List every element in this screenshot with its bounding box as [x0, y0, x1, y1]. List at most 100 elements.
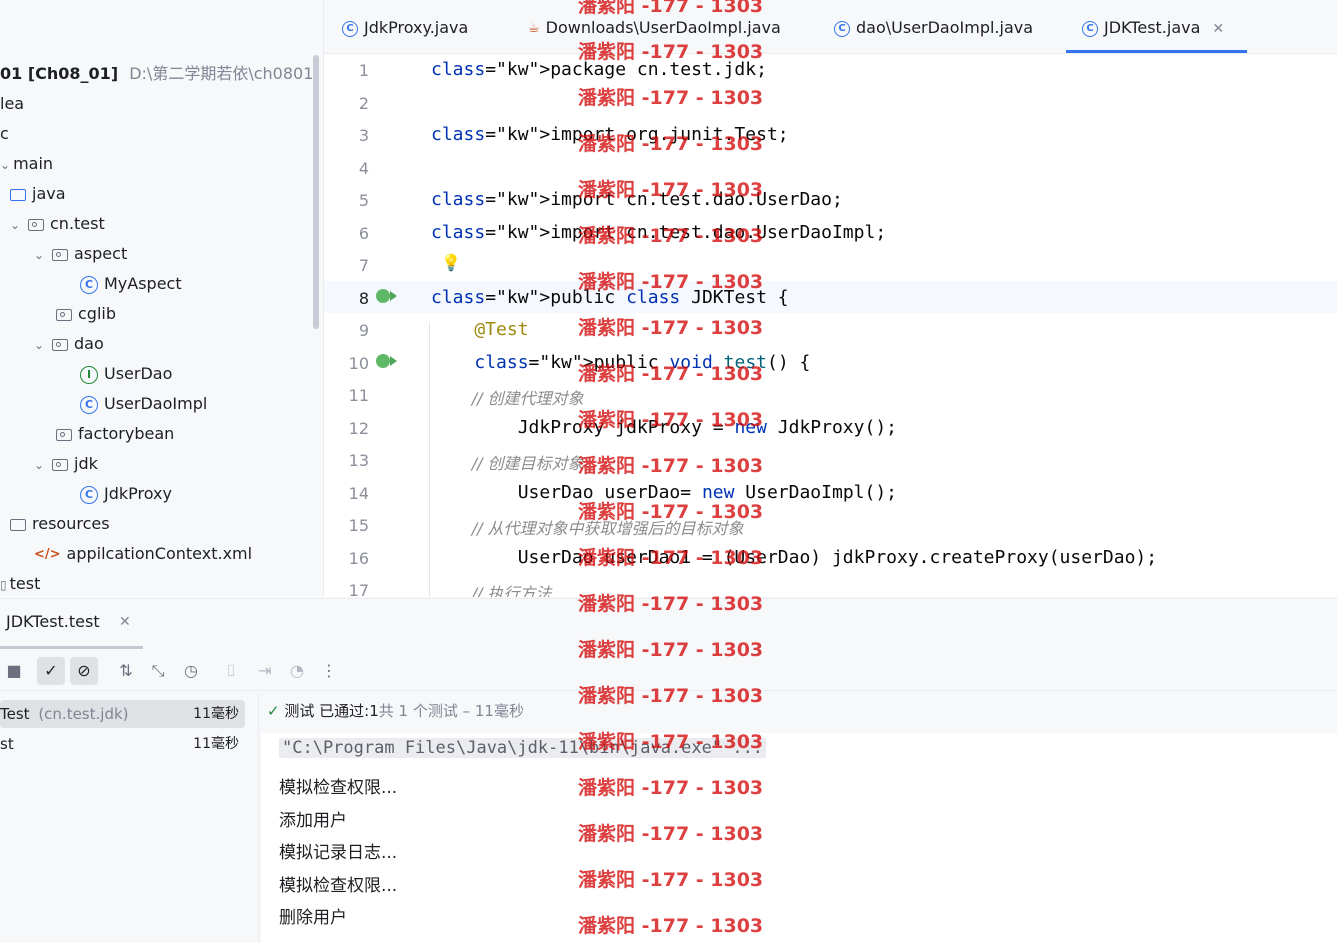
code-comment: // 创建目标对象	[431, 454, 584, 473]
test-row-class[interactable]: Test (cn.test.jdk) 11毫秒	[0, 700, 245, 728]
history-icon[interactable]: ◷	[177, 657, 205, 685]
chevron-down-icon[interactable]: ⌄	[34, 330, 52, 360]
project-root-name: 01 [Ch08_01]	[0, 64, 119, 83]
line-number: 15	[348, 516, 369, 535]
line-number: 9	[358, 321, 369, 340]
code-comment: // 创建代理对象	[431, 389, 584, 408]
line-number: 14	[348, 484, 369, 503]
tree-item-label: UserDao	[104, 364, 173, 383]
tree-item-label: cn.test	[50, 214, 105, 233]
test-name: st	[0, 735, 14, 753]
console-line: 模拟检查权限...	[279, 876, 398, 896]
tree-item-src[interactable]: c	[0, 119, 9, 149]
tab-label: JDKTest.java	[1104, 18, 1201, 37]
class-icon: C	[834, 20, 850, 37]
tree-item-resources[interactable]: resources	[10, 509, 110, 539]
run-toolbar: ■ ✓ ⊘ ⇅ ⤡ ◷ ⌷ ⇥ ◔ ⋮	[0, 654, 1337, 691]
tree-item-userdao[interactable]: I UserDao	[80, 359, 172, 389]
tree-item-label: dao	[74, 334, 104, 353]
editor-tab-bar: C JdkProxy.java ☕ Downloads\UserDaoImpl.ja…	[324, 0, 1337, 54]
tree-item-myaspect[interactable]: C MyAspect	[80, 269, 182, 299]
line-number: 10	[348, 354, 369, 373]
code-line: @Test	[431, 319, 529, 340]
interface-icon: I	[80, 365, 98, 384]
tree-item-factorybean[interactable]: factorybean	[56, 419, 174, 449]
code-line: JdkProxy jdkProxy = new JdkProxy();	[431, 417, 897, 438]
chevron-down-icon[interactable]: ⌄	[34, 450, 52, 480]
tree-item-label: UserDaoImpl	[104, 394, 208, 413]
close-icon[interactable]: ✕	[1212, 21, 1224, 37]
coverage-icon[interactable]: ◔	[283, 657, 311, 685]
line-number: 6	[358, 224, 369, 243]
run-panel: JDKTest.test ✕ ■ ✓ ⊘ ⇅ ⤡ ◷ ⌷ ⇥ ◔ ⋮ Test …	[0, 598, 1337, 943]
code-editor[interactable]: 1 2 3 4 5 6 7 8 9 10 11 12 13 14 15 16 1…	[324, 54, 1337, 597]
tree-item-test[interactable]: ▯ test	[0, 569, 40, 597]
show-passed-icon[interactable]: ✓	[37, 657, 65, 685]
tab-run-jdktest[interactable]: JDKTest.test ✕	[0, 599, 143, 649]
tree-item-aspect[interactable]: ⌄ aspect	[34, 239, 127, 269]
code-line: class="kw">import cn.test.dao.UserDao;	[431, 189, 843, 210]
tree-item-jdkproxy[interactable]: C JdkProxy	[80, 479, 172, 509]
line-number: 2	[358, 94, 369, 113]
console-line: 删除用户	[279, 908, 347, 928]
chevron-down-icon[interactable]: ⌄	[10, 210, 28, 240]
run-test-method-icon[interactable]	[376, 354, 397, 368]
code-comment: // 执行方法	[431, 584, 552, 597]
more-icon[interactable]: ⋮	[315, 657, 343, 685]
class-icon: C	[80, 395, 98, 414]
package-icon	[52, 338, 68, 351]
tab-dao-userdaoimpl[interactable]: Cdao\UserDaoImpl.java	[834, 0, 1033, 53]
lightbulb-icon[interactable]: 💡	[441, 253, 461, 272]
run-test-class-icon[interactable]	[376, 289, 397, 303]
tree-item-cn-test[interactable]: ⌄ cn.test	[10, 209, 105, 239]
line-number: 11	[348, 386, 369, 405]
chevron-down-icon[interactable]: ⌄	[34, 240, 52, 270]
code-comment: // 从代理对象中获取增强后的目标对象	[431, 519, 744, 538]
test-row-method[interactable]: st 11毫秒	[0, 730, 245, 758]
tree-item-main[interactable]: ⌄ main	[0, 149, 53, 179]
tab-jdkproxy[interactable]: C JdkProxy.java	[342, 0, 468, 53]
tree-item-cglib[interactable]: cglib	[56, 299, 116, 329]
tree-item-xml[interactable]: </> appilcationContext.xml	[34, 539, 252, 569]
stop-icon[interactable]: ■	[0, 657, 28, 685]
tree-item-jdk[interactable]: ⌄ jdk	[34, 449, 98, 479]
show-ignored-icon[interactable]: ⊘	[70, 657, 98, 685]
project-root[interactable]: 01 [Ch08_01] D:\第二学期若依\ch0801	[0, 59, 313, 89]
tree-item-idea[interactable]: lea	[0, 89, 24, 119]
tree-item-label: jdk	[74, 454, 98, 473]
tab-jdktest[interactable]: C JDKTest.java ✕	[1066, 0, 1247, 53]
export-icon[interactable]: ⇥	[251, 657, 279, 685]
package-icon	[52, 458, 68, 471]
camera-icon[interactable]: ⌷	[217, 657, 245, 685]
tree-item-label: test	[9, 574, 41, 593]
code-line: class="kw">public void test() {	[474, 352, 811, 373]
tree-item-dao[interactable]: ⌄ dao	[34, 329, 104, 359]
line-number: 4	[358, 159, 369, 178]
tab-label: JdkProxy.java	[364, 18, 469, 37]
close-icon[interactable]: ✕	[119, 614, 131, 630]
test-duration: 11毫秒	[193, 736, 239, 752]
tree-item-userdaoimpl[interactable]: C UserDaoImpl	[80, 389, 207, 419]
test-status-line: ✓ 测试 已通过:1共 1 个测试 – 11毫秒	[261, 693, 1337, 733]
test-package: (cn.test.jdk)	[38, 705, 129, 723]
collapse-icon[interactable]: ⤡	[144, 657, 172, 685]
check-icon: ✓	[267, 702, 280, 720]
console-output[interactable]: ✓ 测试 已通过:1共 1 个测试 – 11毫秒 "C:\Program Fil…	[261, 693, 1337, 943]
package-icon	[28, 218, 44, 231]
tree-item-label: factorybean	[78, 424, 175, 443]
class-icon: C	[342, 20, 358, 37]
code-line: class="kw">import org.junit.Test;	[431, 124, 789, 145]
tree-item-label: lea	[0, 94, 25, 113]
line-number: 3	[358, 126, 369, 145]
status-total: 共 1 个测试	[378, 702, 458, 720]
tab-label: dao\UserDaoImpl.java	[856, 18, 1034, 37]
tab-downloads-userdaoimpl[interactable]: ☕ Downloads\UserDaoImpl.java	[528, 0, 781, 53]
tree-item-java[interactable]: java	[10, 179, 66, 209]
class-icon: C	[1082, 20, 1098, 37]
tree-item-label: resources	[32, 514, 110, 533]
class-icon: C	[80, 485, 98, 504]
test-results-tree: Test (cn.test.jdk) 11毫秒 st 11毫秒	[0, 693, 259, 943]
tree-scrollbar[interactable]	[313, 55, 319, 329]
sort-icon[interactable]: ⇅	[112, 657, 140, 685]
console-line: 模拟记录日志...	[279, 843, 398, 863]
